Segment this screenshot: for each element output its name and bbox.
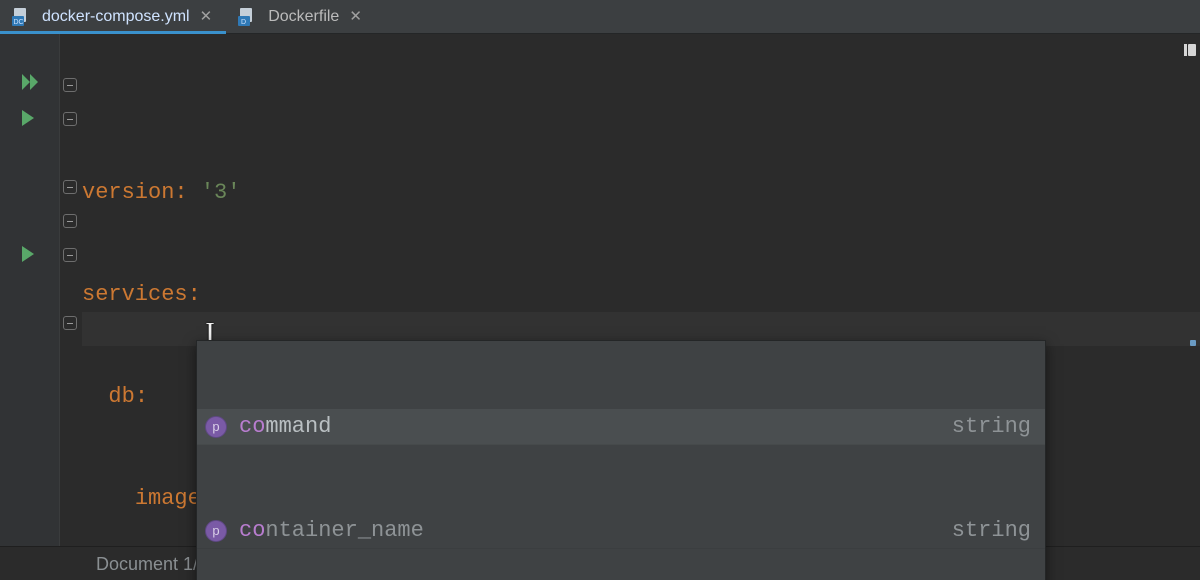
close-icon[interactable]: ✕ <box>200 9 213 24</box>
yaml-key: services <box>82 282 188 307</box>
run-icon[interactable] <box>22 110 36 126</box>
autocomplete-item[interactable]: p container_name string <box>197 513 1045 549</box>
fold-toggle[interactable] <box>63 248 77 262</box>
autocomplete-item[interactable]: p command string <box>197 409 1045 445</box>
tab-dockerfile[interactable]: D Dockerfile ✕ <box>226 0 376 33</box>
autocomplete-label: container_name <box>239 514 424 548</box>
gutter <box>0 34 60 546</box>
tab-docker-compose[interactable]: DC docker-compose.yml ✕ <box>0 0 226 33</box>
property-badge-icon: p <box>205 416 227 438</box>
fold-toggle[interactable] <box>63 78 77 92</box>
fold-toggle[interactable] <box>63 316 77 330</box>
yaml-key: version <box>82 180 174 205</box>
svg-text:D: D <box>241 19 246 26</box>
autocomplete-type: string <box>952 514 1031 548</box>
editor-tabs: DC docker-compose.yml ✕ D Dockerfile ✕ <box>0 0 1200 34</box>
property-badge-icon: p <box>205 520 227 542</box>
fold-toggle[interactable] <box>63 214 77 228</box>
fold-toggle[interactable] <box>63 180 77 194</box>
tab-label: docker-compose.yml <box>42 9 190 25</box>
close-icon[interactable]: ✕ <box>349 9 362 24</box>
run-icon[interactable] <box>22 246 36 262</box>
docker-compose-file-icon: DC <box>12 8 32 26</box>
code-editor[interactable]: version: '3' services: db: image: postgr… <box>0 34 1200 546</box>
inspection-pause-icon[interactable] <box>1188 44 1196 56</box>
yaml-key: db <box>108 384 134 409</box>
tab-label: Dockerfile <box>268 9 339 25</box>
svg-text:DC: DC <box>14 19 24 26</box>
breadcrumb-item[interactable]: Document 1/1 <box>96 555 208 573</box>
code-area[interactable]: version: '3' services: db: image: postgr… <box>82 34 1200 546</box>
fold-toggle[interactable] <box>63 112 77 126</box>
autocomplete-type: string <box>952 410 1031 444</box>
autocomplete-popup: p command string p container_name string… <box>196 340 1046 580</box>
yaml-key: image <box>135 486 201 511</box>
fold-column <box>60 34 82 546</box>
dockerfile-icon: D <box>238 8 258 26</box>
autocomplete-label: command <box>239 410 331 444</box>
caret-mark <box>1190 340 1196 346</box>
run-all-icon[interactable] <box>22 74 40 90</box>
yaml-value: '3' <box>201 180 241 205</box>
